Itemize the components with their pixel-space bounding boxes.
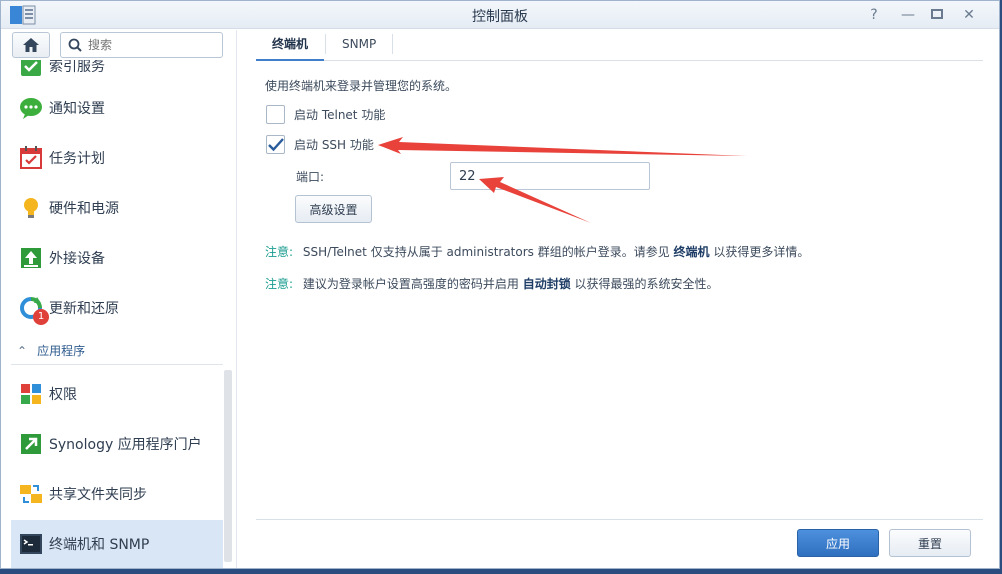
note-text: SSH/Telnet 仅支持从属于 administrators 群组的帐户登录…: [302, 245, 674, 259]
port-label: 端口:: [296, 170, 325, 184]
sidebar-toolbar: [1, 30, 236, 60]
note-label: 注意:: [265, 277, 294, 291]
search-icon: [68, 38, 82, 52]
search-input[interactable]: [88, 38, 208, 52]
title-bar: 控制面板 ? — ✕: [1, 1, 999, 29]
note-security: 注意: 建议为登录帐户设置高强度的密码并启用 自动封锁 以获得最强的系统安全性。: [265, 275, 719, 292]
sidebar-item-label: 外接设备: [49, 251, 105, 267]
window-title: 控制面板: [472, 9, 528, 25]
sidebar-item-privileges[interactable]: 权限: [11, 370, 223, 418]
shared-folder-sync-icon: [19, 482, 43, 506]
terminal-description: 使用终端机来登录并管理您的系统。: [265, 79, 458, 93]
sidebar-item-label: 共享文件夹同步: [49, 487, 147, 503]
note-text: 以获得更多详情。: [713, 245, 810, 259]
sidebar-item-label: 硬件和电源: [49, 201, 119, 217]
reset-button[interactable]: 重置: [889, 529, 971, 557]
ssh-label: 启动 SSH 功能: [294, 138, 374, 152]
sidebar: 索引服务 通知设置 任务计划: [1, 30, 237, 568]
sidebar-item-label: 通知设置: [49, 101, 105, 117]
sidebar-item-shared-folder-sync[interactable]: 共享文件夹同步: [11, 470, 223, 518]
sidebar-item-label: 任务计划: [49, 151, 105, 167]
tab-divider: [392, 34, 393, 54]
sidebar-scrollbar[interactable]: [224, 370, 232, 562]
minimize-icon[interactable]: —: [897, 5, 919, 25]
sidebar-item-external-devices[interactable]: 外接设备: [11, 234, 223, 282]
ssh-checkbox-row[interactable]: 启动 SSH 功能: [266, 135, 374, 154]
telnet-label: 启动 Telnet 功能: [294, 108, 386, 122]
note-label: 注意:: [265, 245, 294, 259]
checkmark-icon: [268, 138, 284, 152]
section-label: 应用程序: [37, 344, 86, 358]
telnet-checkbox-row[interactable]: 启动 Telnet 功能: [266, 105, 385, 124]
privileges-icon: [19, 382, 43, 406]
terminal-help-link[interactable]: 终端机: [674, 245, 710, 259]
control-panel-window: 控制面板 ? — ✕ 索引服务 搜索 通知设置 任务计划 硬件和电源 外接设备 …: [0, 0, 1000, 569]
section-applications[interactable]: ⌃ 应用程序: [11, 337, 223, 365]
tab-terminal[interactable]: 终端机: [256, 30, 325, 61]
lightbulb-icon: [19, 196, 43, 220]
terminal-icon: [19, 532, 43, 556]
notification-icon: [19, 96, 43, 120]
sidebar-item-task-scheduler[interactable]: 任务计划: [11, 134, 223, 182]
app-portal-icon: [19, 432, 43, 456]
home-button[interactable]: [12, 32, 50, 58]
footer-divider: [256, 519, 983, 520]
main-panel: 终端机 SNMP 使用终端机来登录并管理您的系统。 启动 Telnet 功能 启…: [238, 30, 999, 568]
tab-snmp[interactable]: SNMP: [326, 30, 392, 61]
auto-block-link[interactable]: 自动封锁: [523, 277, 571, 291]
help-icon[interactable]: ?: [863, 5, 885, 25]
advanced-settings-button[interactable]: 高级设置: [295, 195, 372, 223]
update-badge: 1: [33, 309, 49, 325]
maximize-icon[interactable]: [926, 5, 948, 25]
apply-button[interactable]: 应用: [797, 529, 879, 557]
external-device-icon: [19, 246, 43, 270]
update-icon: 1: [19, 296, 49, 325]
sidebar-item-notification[interactable]: 通知设置: [11, 84, 223, 132]
sidebar-item-label: 终端机和 SNMP: [49, 537, 150, 553]
sidebar-item-label: 权限: [49, 387, 77, 403]
home-icon: [23, 38, 39, 52]
sidebar-item-app-portal[interactable]: Synology 应用程序门户: [11, 420, 223, 468]
note-text: 建议为登录帐户设置高强度的密码并启用: [302, 277, 523, 291]
sidebar-item-terminal-snmp[interactable]: 终端机和 SNMP: [11, 520, 223, 568]
close-icon[interactable]: ✕: [958, 5, 980, 25]
calendar-icon: [19, 146, 43, 170]
chevron-up-icon: ⌃: [17, 343, 28, 358]
ssh-checkbox[interactable]: [266, 135, 285, 154]
tab-bar: 终端机 SNMP: [256, 30, 983, 61]
search-box[interactable]: [60, 32, 223, 58]
note-ssh-telnet: 注意: SSH/Telnet 仅支持从属于 administrators 群组的…: [265, 243, 809, 260]
port-input[interactable]: [450, 162, 650, 190]
sidebar-item-label: 更新和还原: [49, 301, 119, 317]
sidebar-item-hardware-power[interactable]: 硬件和电源: [11, 184, 223, 232]
sidebar-item-label: Synology 应用程序门户: [49, 437, 202, 453]
telnet-checkbox[interactable]: [266, 105, 285, 124]
sidebar-item-update-restore[interactable]: 1 更新和还原: [11, 284, 223, 332]
note-text: 以获得最强的系统安全性。: [574, 277, 719, 291]
